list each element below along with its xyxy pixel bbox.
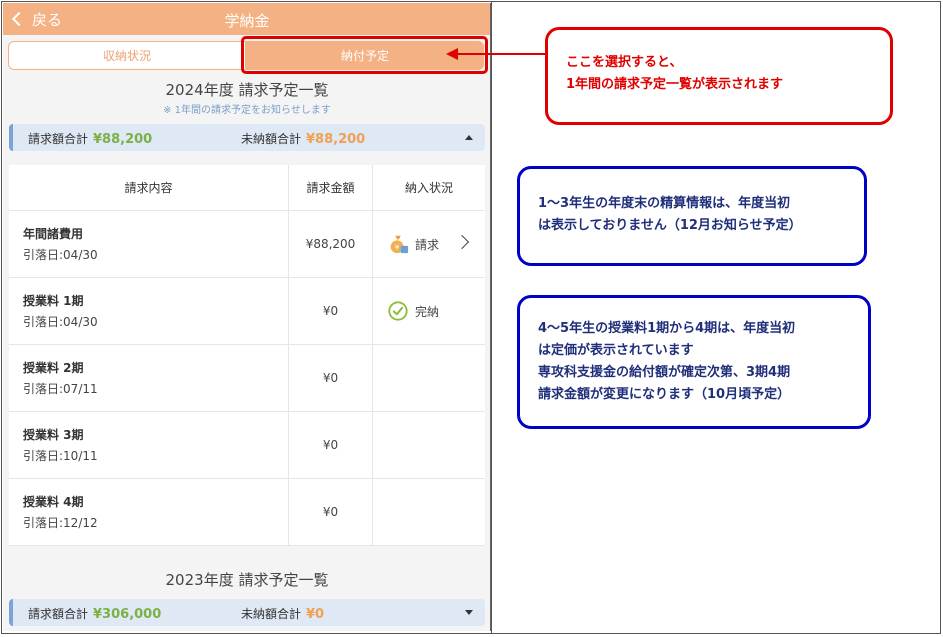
callout-tab-hint: ここを選択すると、 1年間の請求予定一覧が表示されます <box>545 27 893 125</box>
unpaid-total-value: ¥88,200 <box>306 132 366 147</box>
row-date: 引落日:04/30 <box>23 248 98 262</box>
chevron-right-icon[interactable] <box>454 234 470 250</box>
check-circle-icon <box>388 301 408 321</box>
row-name: 授業料 4期 <box>23 495 84 509</box>
callout-settlement-note: 1～3年生の年度末の精算情報は、年度当初 は表示しておりません（12月お知らせ予… <box>517 166 867 266</box>
arrow-left-icon <box>446 48 545 60</box>
row-amount: ¥0 <box>289 278 373 344</box>
row-date: 引落日:04/30 <box>23 315 98 329</box>
row-name: 授業料 3期 <box>23 428 84 442</box>
row-date: 引落日:07/11 <box>23 382 98 396</box>
year-2023-summary[interactable]: 請求額合計 ¥306,000 未納額合計 ¥0 <box>9 599 485 626</box>
row-date: 引落日:12/12 <box>23 516 98 530</box>
row-amount: ¥0 <box>289 412 373 478</box>
caret-up-icon[interactable] <box>465 135 473 140</box>
billed-total: 請求額合計 ¥88,200 <box>28 132 153 147</box>
table-row[interactable]: 授業料 3期 引落日:10/11 ¥0 <box>9 412 485 479</box>
money-bag-icon: ¥ <box>390 235 409 254</box>
row-name: 授業料 2期 <box>23 361 84 375</box>
table-row[interactable]: 授業料 4期 引落日:12/12 ¥0 <box>9 479 485 546</box>
callout-tuition-note: 4～5年生の授業料1期から4期は、年度当初 は定価が表示されています 専攻科支援… <box>517 295 871 429</box>
year-2024-note: ※ 1年間の請求予定をお知らせします <box>163 105 331 116</box>
billed-total-value: ¥88,200 <box>93 132 153 147</box>
billed-total: 請求額合計 ¥306,000 <box>28 607 162 622</box>
table-row[interactable]: 授業料 1期 引落日:04/30 ¥0 完納 <box>9 278 485 345</box>
row-status: 完納 <box>415 304 440 319</box>
unpaid-total: 未納額合計 ¥88,200 <box>241 132 366 147</box>
year-2024-summary[interactable]: 請求額合計 ¥88,200 未納額合計 ¥88,200 <box>9 124 485 151</box>
app-header: 戻る 学納金 <box>3 3 490 35</box>
unpaid-total-value: ¥0 <box>306 607 325 622</box>
table-header: 請求内容 請求金額 納入状況 <box>9 165 485 211</box>
row-amount: ¥0 <box>289 479 373 545</box>
billing-table: 請求内容 請求金額 納入状況 年間諸費用引落日:04/30 ¥88,200 ¥ … <box>9 165 485 546</box>
row-date: 引落日:10/11 <box>23 449 98 463</box>
svg-text:¥: ¥ <box>395 243 400 252</box>
divider <box>491 1 492 634</box>
unpaid-total: 未納額合計 ¥0 <box>241 607 325 622</box>
app-screen: 戻る 学納金 収納状況 納付予定 2024年度 請求予定一覧 ※ 1年間の請求予… <box>3 3 491 631</box>
page-title: 学納金 <box>224 12 270 30</box>
header-description: 請求内容 <box>9 165 289 210</box>
table-row[interactable]: 年間諸費用引落日:04/30 ¥88,200 ¥ 請求 <box>9 211 485 278</box>
row-amount: ¥0 <box>289 345 373 411</box>
row-name: 年間諸費用 <box>23 227 84 241</box>
tab-payment-status[interactable]: 収納状況 <box>8 41 246 70</box>
billed-total-value: ¥306,000 <box>93 607 162 622</box>
row-name: 授業料 1期 <box>23 294 84 308</box>
caret-down-icon[interactable] <box>465 610 473 615</box>
row-status: 請求 <box>415 237 440 252</box>
year-2023-title: 2023年度 請求予定一覧 <box>165 571 329 589</box>
year-2024-title: 2024年度 請求予定一覧 <box>165 81 329 99</box>
header-amount: 請求金額 <box>289 165 373 210</box>
row-amount: ¥88,200 <box>289 211 373 277</box>
table-row[interactable]: 授業料 2期 引落日:07/11 ¥0 <box>9 345 485 412</box>
header-status: 納入状況 <box>404 181 453 195</box>
